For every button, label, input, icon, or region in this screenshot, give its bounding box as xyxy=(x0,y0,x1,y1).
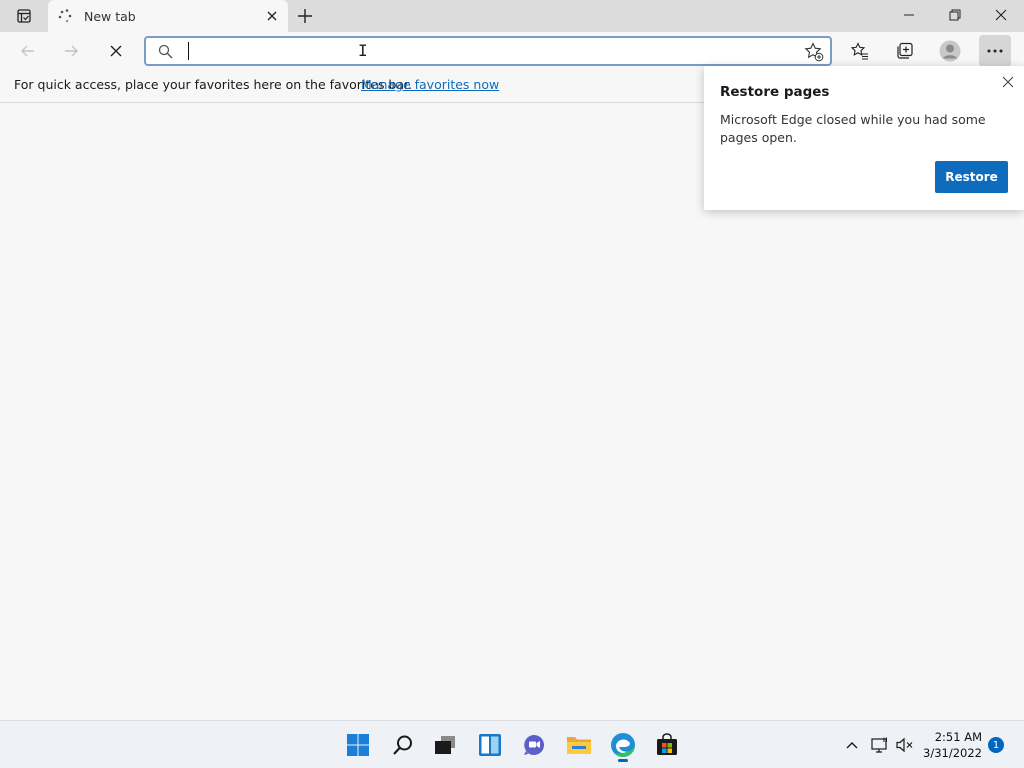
manage-favorites-link[interactable]: Manage favorites now xyxy=(361,77,499,92)
collections-button[interactable] xyxy=(889,35,921,67)
search-icon xyxy=(158,44,173,59)
loading-spinner-icon xyxy=(58,9,72,23)
widgets-icon xyxy=(479,734,501,756)
store-icon xyxy=(657,733,677,755)
widgets-button[interactable] xyxy=(472,727,508,763)
close-icon xyxy=(110,45,122,57)
teams-chat-button[interactable] xyxy=(516,727,552,763)
popup-title: Restore pages xyxy=(720,84,830,100)
more-ellipsis-icon xyxy=(987,49,1003,53)
favorites-bar-message: For quick access, place your favorites h… xyxy=(14,77,412,92)
network-icon xyxy=(871,737,887,753)
edge-taskbar-button[interactable] xyxy=(605,727,641,763)
taskbar: 2:51 AM 3/31/2022 1 xyxy=(0,720,1024,768)
stop-loading-button[interactable] xyxy=(100,35,132,67)
popup-close-button[interactable] xyxy=(1000,74,1016,90)
restore-button[interactable]: Restore xyxy=(935,161,1008,193)
taskbar-search-button[interactable] xyxy=(385,727,421,763)
file-explorer-button[interactable] xyxy=(561,727,597,763)
chevron-up-icon xyxy=(846,742,858,749)
new-tab-button[interactable] xyxy=(292,4,318,28)
teams-chat-icon xyxy=(524,735,544,755)
text-cursor-icon: I xyxy=(358,41,368,60)
avatar-icon xyxy=(939,40,961,62)
tab-close-button[interactable] xyxy=(262,6,282,26)
close-window-button[interactable] xyxy=(978,0,1024,30)
back-button[interactable] xyxy=(12,35,44,67)
show-hidden-icons-button[interactable] xyxy=(840,731,864,759)
title-bar: New tab xyxy=(0,0,1024,32)
active-app-indicator xyxy=(618,759,628,762)
forward-button[interactable] xyxy=(55,35,87,67)
volume-button[interactable] xyxy=(893,731,917,759)
navigation-toolbar: I xyxy=(0,32,1024,70)
close-icon xyxy=(1002,76,1014,88)
edge-icon xyxy=(611,733,635,758)
tab-title: New tab xyxy=(84,9,136,24)
start-button[interactable] xyxy=(340,727,376,763)
task-view-icon xyxy=(435,736,455,754)
tab-actions-button[interactable] xyxy=(8,4,40,28)
tab-new-tab[interactable]: New tab xyxy=(48,0,288,32)
address-bar[interactable]: I xyxy=(144,36,832,66)
minimize-icon xyxy=(904,14,914,16)
volume-muted-icon xyxy=(896,737,913,753)
tab-actions-icon xyxy=(17,9,31,23)
clock-time: 2:51 AM xyxy=(934,730,982,744)
address-input[interactable] xyxy=(186,41,786,61)
restore-down-button[interactable] xyxy=(932,0,978,30)
plus-icon xyxy=(298,9,312,23)
forward-arrow-icon xyxy=(65,45,78,57)
restore-window-icon xyxy=(949,9,961,21)
back-arrow-icon xyxy=(21,45,34,57)
popup-message: Microsoft Edge closed while you had some… xyxy=(720,112,986,145)
add-favorite-star-icon[interactable] xyxy=(804,42,824,62)
store-button[interactable] xyxy=(649,727,685,763)
clock-date: 3/31/2022 xyxy=(923,746,982,760)
minimize-button[interactable] xyxy=(886,0,932,30)
taskbar-clock[interactable]: 2:51 AM 3/31/2022 xyxy=(923,729,982,761)
task-view-button[interactable] xyxy=(427,727,463,763)
favorites-star-list-icon xyxy=(851,42,868,60)
favorites-button[interactable] xyxy=(844,35,876,67)
profile-button[interactable] xyxy=(934,35,966,67)
notification-badge[interactable]: 1 xyxy=(988,737,1004,753)
close-icon xyxy=(267,11,277,21)
start-icon xyxy=(347,734,369,756)
restore-pages-popup: Restore pages Microsoft Edge closed whil… xyxy=(704,66,1024,210)
search-icon xyxy=(393,735,412,755)
settings-and-more-button[interactable] xyxy=(979,35,1011,67)
network-status-button[interactable] xyxy=(868,731,892,759)
text-caret xyxy=(188,42,189,60)
file-explorer-icon xyxy=(567,737,591,754)
close-icon xyxy=(995,9,1007,21)
collections-icon xyxy=(897,42,913,59)
